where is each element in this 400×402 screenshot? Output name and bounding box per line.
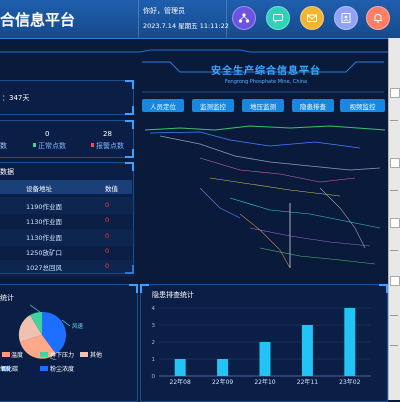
bar-22年09 — [217, 359, 229, 376]
y-tick-label: 3 — [152, 323, 156, 329]
table-row[interactable] — [0, 197, 135, 214]
strip-divider — [390, 250, 398, 251]
bar-22年10 — [259, 342, 271, 376]
nav-ground-pressure[interactable]: 地压监测 — [242, 99, 284, 112]
normal-point-label: 正常点数 — [38, 142, 66, 150]
bar-22年11 — [301, 325, 313, 376]
app-title: 合信息平台 — [0, 11, 76, 29]
x-tick-label: 22年08 — [170, 378, 191, 386]
strip-divider — [390, 315, 398, 316]
y-tick-label: 4 — [152, 306, 156, 312]
normal-dot-icon — [33, 143, 36, 147]
safe-days-text: ：347天 — [2, 94, 30, 102]
legend-temp-swatch — [2, 352, 10, 357]
nav-hazard-check[interactable]: 隐患排查 — [292, 99, 334, 112]
bar-22年08 — [174, 359, 186, 376]
legend-temp-label: 温度 — [11, 352, 24, 359]
alarm-point-count: 28 — [103, 130, 112, 138]
legend-pressure-swatch — [40, 352, 48, 357]
tunnel-line-purple — [249, 227, 371, 247]
hazard-bar-chart: 0 1 2 3 4 22年08 22年09 22年10 22年11 23年02 — [152, 306, 371, 386]
row-value: 0 — [105, 216, 110, 224]
header-address: 设备地址 — [26, 185, 52, 193]
pie-callout-wind: 风速 — [72, 323, 84, 330]
row-address: 1250放矿口 — [26, 249, 63, 257]
legend-other-swatch — [80, 352, 88, 357]
row-address: 1190作业面 — [26, 203, 63, 211]
tunnel-line-pink — [199, 157, 356, 183]
header-value: 数值 — [105, 185, 118, 193]
tunnel-line-gray2 — [319, 187, 366, 249]
tunnel-line-gray — [159, 135, 381, 171]
network-icon[interactable] — [232, 6, 256, 30]
user-greeting: 你好，管理员 — [143, 7, 185, 15]
normal-point-count: 0 — [45, 130, 50, 138]
legend-dust-swatch — [40, 366, 48, 371]
header-divider — [226, 0, 227, 38]
row-value: 0 — [105, 247, 110, 255]
point-count-panel — [0, 120, 134, 158]
center-title: 安全生产综合信息平台 — [211, 66, 321, 77]
row-address: 1130作业面 — [26, 234, 63, 242]
tunnel-line-green2 — [259, 247, 376, 265]
x-tick-label: 23年02 — [339, 378, 360, 386]
y-tick-label: 1 — [152, 357, 156, 363]
center-subtitle: Fengrong Phosphate Mine, China — [224, 79, 308, 85]
alarm-dot-icon — [91, 143, 94, 147]
row-address: 1027总回风 — [26, 264, 63, 272]
tunnel-line-cyan — [229, 197, 381, 229]
nav-monitoring[interactable]: 监测监控 — [192, 99, 234, 112]
y-tick-label: 0 — [152, 374, 156, 380]
row-value: 0 — [105, 262, 110, 270]
strip-button[interactable] — [390, 218, 400, 228]
x-tick-label: 22年09 — [212, 378, 233, 386]
mine-tunnel-map[interactable] — [140, 118, 388, 278]
x-tick-label: 22年10 — [254, 378, 275, 386]
tunnel-line-yellow — [209, 177, 341, 197]
strip-divider — [390, 190, 398, 191]
header-divider — [138, 0, 139, 38]
user-card-icon[interactable] — [334, 6, 358, 30]
legend-pressure-label: 井下压力 — [50, 352, 75, 359]
alarm-bell-icon[interactable] — [366, 6, 390, 30]
tunnel-line-green — [144, 125, 386, 131]
hazard-chart-title: 隐患排查统计 — [152, 291, 194, 299]
y-tick-label: 2 — [152, 340, 156, 346]
device-table-title: 数据 — [0, 168, 14, 176]
strip-divider — [390, 120, 398, 121]
bar-23年02 — [344, 308, 356, 376]
table-row[interactable] — [0, 229, 135, 246]
tunnel-line-orange — [239, 213, 291, 269]
strip-divider — [390, 345, 398, 346]
header-decoration — [0, 40, 388, 53]
nav-video-monitoring[interactable]: 视频监控 — [340, 99, 385, 112]
alarm-point-label: 报警点数 — [96, 142, 124, 150]
x-tick-label: 22年11 — [297, 378, 318, 386]
legend-co-label: 氧化碳 — [0, 366, 19, 373]
table-row[interactable] — [0, 260, 135, 277]
legend-other-label: 其他 — [90, 352, 103, 359]
strip-button[interactable] — [390, 158, 400, 168]
row-value: 0 — [105, 232, 110, 240]
legend-dust-label: 粉尘浓度 — [50, 366, 75, 373]
strip-button[interactable] — [390, 276, 400, 286]
row-value: 0 — [105, 201, 110, 209]
message-icon[interactable] — [266, 6, 290, 30]
nav-personnel-location[interactable]: 人员定位 — [142, 99, 184, 112]
current-datetime: 2023.7.14 星期五 11:11:22 — [143, 22, 229, 30]
points-label-fragment: 数 — [0, 142, 7, 150]
mail-icon[interactable] — [300, 6, 324, 30]
strip-button[interactable] — [390, 88, 400, 98]
row-address: 1130作业面 — [26, 218, 63, 226]
tunnel-line-blue2 — [199, 187, 241, 219]
